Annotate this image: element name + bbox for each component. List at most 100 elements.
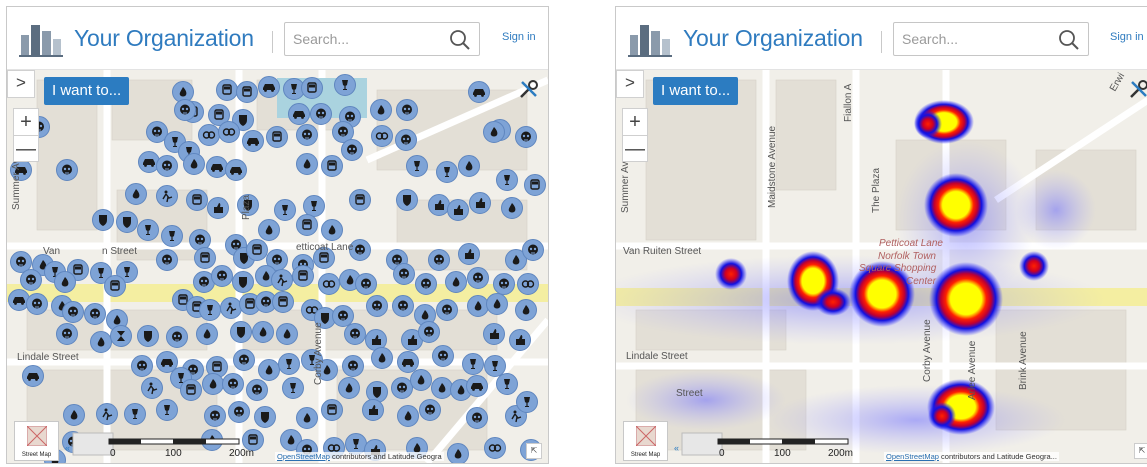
wine-incident-marker[interactable] [496, 373, 518, 395]
skull-incident-marker[interactable] [342, 355, 364, 377]
zoom-out-button[interactable]: — [623, 135, 647, 162]
fire-incident-marker[interactable] [252, 321, 274, 343]
skull-incident-marker[interactable] [174, 99, 196, 121]
fire-incident-marker[interactable] [445, 271, 467, 293]
fire-incident-marker[interactable] [515, 299, 537, 321]
search-icon[interactable] [449, 29, 471, 51]
side-panel-toggle-button[interactable]: > [616, 70, 644, 98]
search-input[interactable] [293, 29, 443, 49]
marker-cluster-group[interactable] [8, 74, 546, 464]
shield-incident-marker[interactable] [230, 321, 252, 343]
fire-incident-marker[interactable] [183, 153, 205, 175]
fight-incident-marker[interactable] [96, 403, 118, 425]
fire-incident-marker[interactable] [296, 407, 318, 429]
skull-incident-marker[interactable] [415, 273, 437, 295]
car-incident-marker[interactable] [397, 351, 419, 373]
skull-incident-marker[interactable] [156, 155, 178, 177]
bus-incident-marker[interactable] [272, 291, 294, 313]
skull-incident-marker[interactable] [20, 269, 42, 291]
side-panel-toggle-button[interactable]: > [7, 70, 35, 98]
skull-incident-marker[interactable] [392, 295, 414, 317]
zoom-out-button[interactable]: — [14, 135, 38, 162]
thumb-incident-marker[interactable] [469, 192, 491, 214]
wine-incident-marker[interactable] [436, 161, 458, 183]
skull-incident-marker[interactable] [246, 379, 268, 401]
tools-icon[interactable] [1126, 76, 1147, 102]
car-incident-marker[interactable] [288, 103, 310, 125]
bus-incident-marker[interactable] [349, 189, 371, 211]
wine-incident-marker[interactable] [303, 195, 325, 217]
skull-incident-marker[interactable] [228, 401, 250, 423]
wine-incident-marker[interactable] [274, 199, 296, 221]
skull-incident-marker[interactable] [84, 303, 106, 325]
thumb-incident-marker[interactable] [458, 243, 480, 265]
skull-incident-marker[interactable] [419, 399, 441, 421]
search-box[interactable] [893, 22, 1089, 56]
skull-incident-marker[interactable] [131, 355, 153, 377]
fire-incident-marker[interactable] [296, 153, 318, 175]
shield-incident-marker[interactable] [137, 325, 159, 347]
openstreetmap-link[interactable]: OpenStreetMap [277, 452, 330, 461]
wine-incident-marker[interactable] [156, 399, 178, 421]
cuffs-incident-marker[interactable] [484, 437, 506, 459]
fire-incident-marker[interactable] [447, 443, 469, 464]
skull-incident-marker[interactable] [467, 267, 489, 289]
skull-incident-marker[interactable] [344, 323, 366, 345]
skull-incident-marker[interactable] [211, 265, 233, 287]
bus-incident-marker[interactable] [236, 81, 258, 103]
cuffs-incident-marker[interactable] [218, 121, 240, 143]
skull-incident-marker[interactable] [204, 405, 226, 427]
skull-incident-marker[interactable] [522, 239, 544, 261]
bus-incident-marker[interactable] [180, 379, 202, 401]
skull-incident-marker[interactable] [56, 323, 78, 345]
zoom-in-button[interactable]: + [623, 109, 647, 135]
skull-incident-marker[interactable] [436, 299, 458, 321]
bus-incident-marker[interactable] [266, 126, 288, 148]
car-incident-marker[interactable] [206, 156, 228, 178]
bus-incident-marker[interactable] [524, 174, 546, 196]
fire-incident-marker[interactable] [397, 405, 419, 427]
map-canvas[interactable]: Summer Ave Van n Street Lindale Street P… [7, 70, 548, 463]
skull-incident-marker[interactable] [515, 126, 537, 148]
fire-incident-marker[interactable] [371, 347, 393, 369]
skull-incident-marker[interactable] [166, 326, 188, 348]
thumb-incident-marker[interactable] [207, 197, 229, 219]
cuffs-incident-marker[interactable] [198, 124, 220, 146]
fire-incident-marker[interactable] [202, 373, 224, 395]
thumb-incident-marker[interactable] [483, 323, 505, 345]
skull-incident-marker[interactable] [222, 373, 244, 395]
cuffs-incident-marker[interactable] [371, 125, 393, 147]
fight-incident-marker[interactable] [141, 377, 163, 399]
skull-incident-marker[interactable] [26, 293, 48, 315]
fire-incident-marker[interactable] [54, 271, 76, 293]
fire-incident-marker[interactable] [338, 377, 360, 399]
sign-in-link[interactable]: Sign in [502, 31, 536, 43]
wine-incident-marker[interactable] [161, 225, 183, 247]
shield-incident-marker[interactable] [396, 189, 418, 211]
fire-incident-marker[interactable] [458, 155, 480, 177]
bus-incident-marker[interactable] [186, 189, 208, 211]
thumb-incident-marker[interactable] [428, 194, 450, 216]
bus-incident-marker[interactable] [321, 399, 343, 421]
wine-incident-marker[interactable] [137, 219, 159, 241]
wine-incident-marker[interactable] [278, 353, 300, 375]
hour-incident-marker[interactable] [110, 325, 132, 347]
shield-incident-marker[interactable] [92, 209, 114, 231]
car-incident-marker[interactable] [466, 375, 488, 397]
thumb-incident-marker[interactable] [447, 199, 469, 221]
incident-markers-layer[interactable] [7, 70, 548, 463]
expand-map-icon[interactable]: ⇱ [1134, 443, 1147, 459]
fire-incident-marker[interactable] [276, 323, 298, 345]
shield-incident-marker[interactable] [116, 211, 138, 233]
fire-incident-marker[interactable] [63, 404, 85, 426]
tools-icon[interactable] [516, 76, 542, 102]
shield-incident-marker[interactable] [254, 406, 276, 428]
skull-incident-marker[interactable] [391, 377, 413, 399]
bus-incident-marker[interactable] [296, 214, 318, 236]
car-incident-marker[interactable] [242, 130, 264, 152]
wine-incident-marker[interactable] [282, 377, 304, 399]
car-incident-marker[interactable] [22, 365, 44, 387]
skull-incident-marker[interactable] [62, 301, 84, 323]
bus-incident-marker[interactable] [104, 275, 126, 297]
shield-incident-marker[interactable] [232, 271, 254, 293]
